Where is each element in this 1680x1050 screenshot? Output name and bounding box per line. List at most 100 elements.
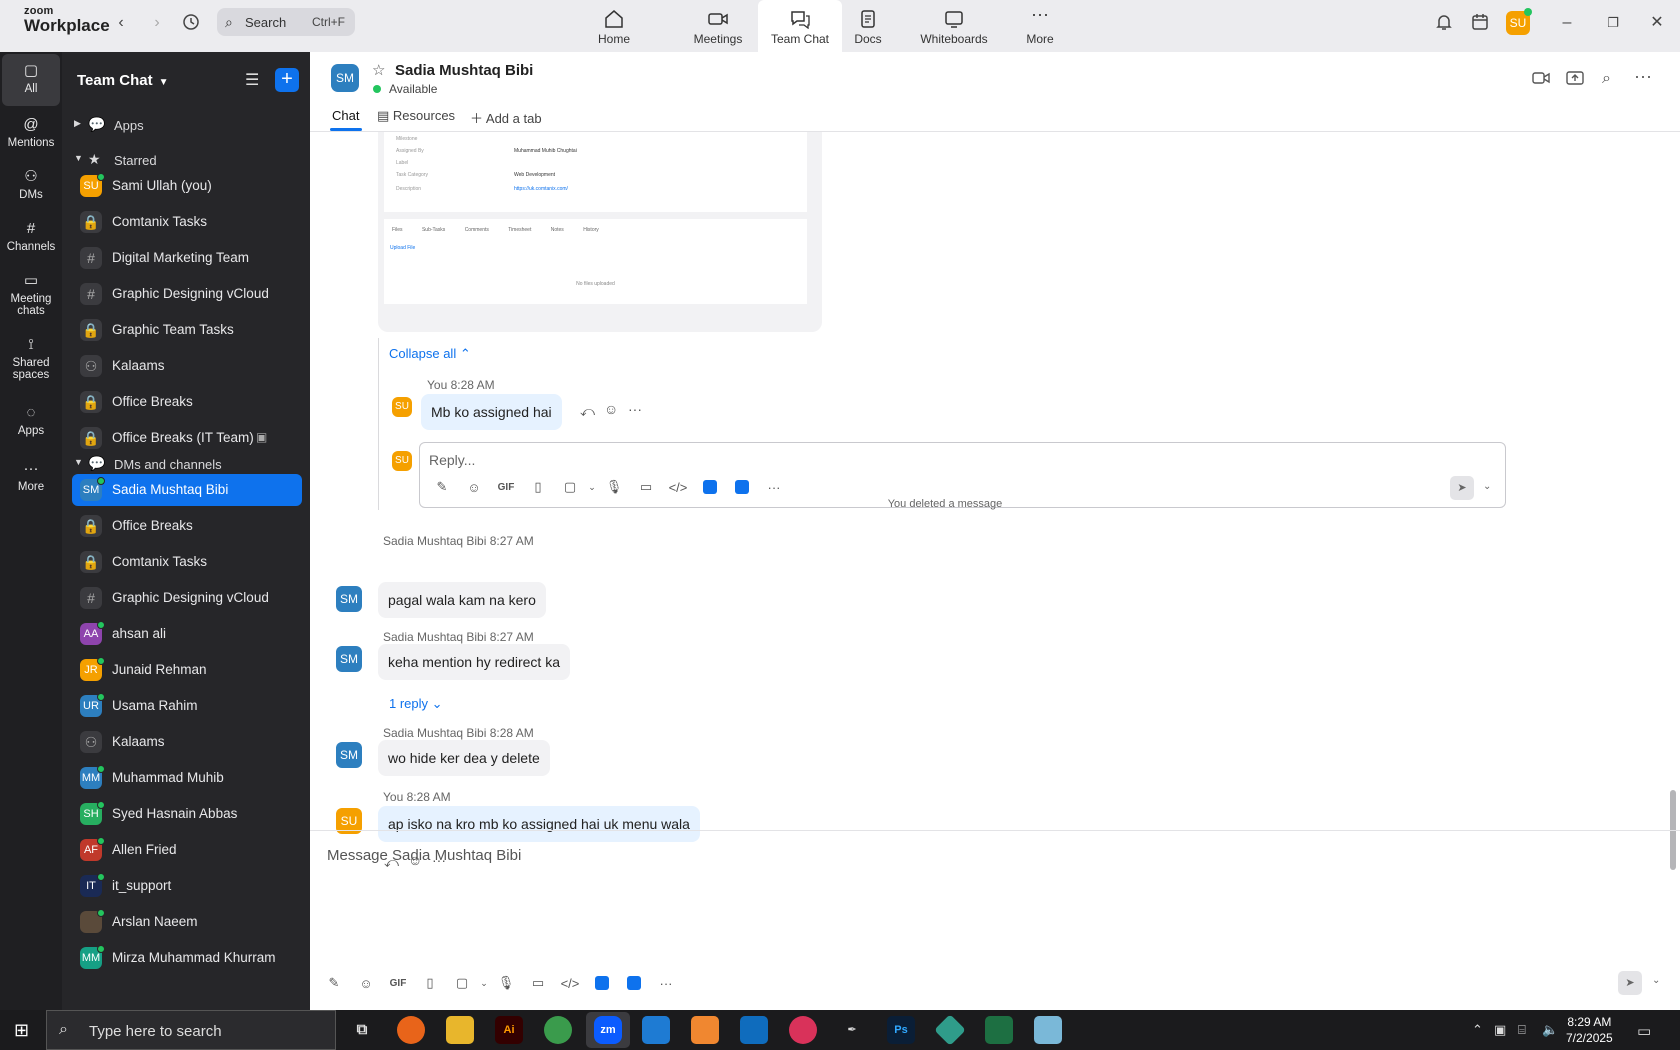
- attachment-preview[interactable]: Milestone Assigned By Muhammad Muhib Chu…: [378, 132, 822, 332]
- code-icon[interactable]: </>: [554, 976, 586, 991]
- excel-icon[interactable]: [985, 1016, 1013, 1044]
- message-composer[interactable]: Message Sadia Mushtaq Bibi ✎ ☺ GIF ▯ ▢ ⌄…: [310, 830, 1680, 1010]
- more-icon[interactable]: ···: [758, 480, 790, 495]
- contact-avatar[interactable]: SM: [331, 64, 359, 92]
- video-call-icon[interactable]: [1532, 70, 1550, 86]
- zoom-taskbar-icon[interactable]: zm: [586, 1012, 630, 1048]
- xampp-icon[interactable]: [691, 1016, 719, 1044]
- sidebar-title[interactable]: Team Chat ▼: [77, 72, 168, 89]
- back-icon[interactable]: ‹: [110, 12, 132, 34]
- outlook-icon[interactable]: [740, 1016, 768, 1044]
- avatar[interactable]: SM: [336, 586, 362, 612]
- collapse-all-link[interactable]: Collapse all ⌃: [389, 346, 471, 362]
- contact-name[interactable]: Sadia Mushtaq Bibi: [395, 62, 533, 79]
- message-bubble[interactable]: wo hide ker dea y delete: [378, 740, 550, 776]
- illustrator-icon[interactable]: Ai: [495, 1016, 523, 1044]
- sidebar-item[interactable]: SU Sami Ullah (you): [72, 170, 302, 202]
- chevron-down-icon[interactable]: ⌄: [1483, 481, 1491, 492]
- sidebar-item[interactable]: AA ahsan ali: [72, 618, 302, 650]
- rail-apps[interactable]: ◌ Apps: [2, 396, 60, 448]
- tab-chat[interactable]: Chat: [332, 108, 359, 123]
- sidebar-item[interactable]: UR Usama Rahim: [72, 690, 302, 722]
- system-clock[interactable]: 8:29 AM 7/2/2025: [1566, 1014, 1613, 1046]
- whiteboard-app-icon[interactable]: [735, 480, 749, 494]
- message-bubble[interactable]: pagal wala kam na kero: [378, 582, 546, 618]
- reply-icon[interactable]: ⤺: [580, 403, 595, 420]
- emoji-icon[interactable]: ☺: [350, 976, 382, 991]
- history-icon[interactable]: [181, 12, 203, 34]
- audio-icon[interactable]: 🎙: [490, 975, 522, 991]
- share-screen-icon[interactable]: [1566, 70, 1584, 86]
- new-chat-button[interactable]: +: [275, 68, 299, 92]
- bell-icon[interactable]: [1434, 12, 1456, 34]
- format-icon[interactable]: ✎: [318, 975, 350, 991]
- sidebar-item[interactable]: # Graphic Designing vCloud: [72, 278, 302, 310]
- pen-tool-icon[interactable]: ✒: [838, 1016, 866, 1044]
- send-button[interactable]: ➤: [1450, 476, 1474, 500]
- tab-add[interactable]: ＋ Add a tab: [470, 108, 542, 127]
- more-icon[interactable]: ···: [650, 976, 682, 991]
- app-icon[interactable]: [703, 480, 717, 494]
- creative-cloud-icon[interactable]: [789, 1016, 817, 1044]
- chevron-down-icon[interactable]: ⌄: [478, 978, 490, 989]
- whiteboard-app-icon[interactable]: [627, 976, 641, 990]
- nav-tab-docs[interactable]: Docs: [820, 0, 916, 52]
- code-icon[interactable]: </>: [662, 480, 694, 495]
- format-icon[interactable]: ✎: [426, 479, 458, 495]
- message-bubble[interactable]: keha mention hy redirect ka: [378, 644, 570, 680]
- nav-tab-meetings[interactable]: Meetings: [670, 0, 766, 52]
- sidebar-item[interactable]: 🔒 Office Breaks: [72, 510, 302, 542]
- rail-more[interactable]: ··· More: [2, 452, 60, 504]
- task-view-icon[interactable]: ⧉: [348, 1016, 376, 1044]
- sidebar-item[interactable]: AF Allen Fried: [72, 834, 302, 866]
- notification-icon[interactable]: ▭: [1637, 1022, 1651, 1040]
- nav-tab-whiteboards[interactable]: Whiteboards: [906, 0, 1002, 52]
- chrome-icon[interactable]: [544, 1016, 572, 1044]
- rail-dms[interactable]: ⚇ DMs: [2, 160, 60, 212]
- rail-shared-spaces[interactable]: ⟟ Shared spaces: [2, 328, 60, 388]
- message-bubble[interactable]: Mb ko assigned hai: [421, 394, 562, 430]
- reply-input[interactable]: Reply...: [429, 452, 475, 468]
- star-icon[interactable]: ☆: [372, 61, 385, 79]
- maximize-icon[interactable]: ❐: [1602, 12, 1624, 34]
- avatar[interactable]: SM: [336, 646, 362, 672]
- vscode-icon[interactable]: [642, 1016, 670, 1044]
- rail-meeting-chats[interactable]: ▭ Meeting chats: [2, 264, 60, 324]
- taskbar-search[interactable]: ⌕ Type here to search: [46, 1010, 336, 1050]
- more-options-icon[interactable]: ···: [1634, 66, 1652, 87]
- reply-count-link[interactable]: 1 reply ⌄: [389, 696, 443, 712]
- sidebar-item[interactable]: ⚇ Kalaams: [72, 726, 302, 758]
- tray-app-icon[interactable]: ▣: [1494, 1022, 1506, 1038]
- message-input[interactable]: Message Sadia Mushtaq Bibi: [327, 847, 521, 864]
- file-explorer-icon[interactable]: [446, 1016, 474, 1044]
- network-icon[interactable]: ⌸: [1518, 1022, 1526, 1038]
- sidebar-item[interactable]: MM Mirza Muhammad Khurram: [72, 942, 302, 974]
- tab-resources[interactable]: ▤ Resources: [377, 108, 455, 124]
- minimize-icon[interactable]: –: [1556, 12, 1578, 34]
- sidebar-item[interactable]: 🔒 Graphic Team Tasks: [72, 314, 302, 346]
- sidebar-item[interactable]: MM Muhammad Muhib: [72, 762, 302, 794]
- emoji-icon[interactable]: ☺: [458, 480, 490, 495]
- sidebar-item[interactable]: JR Junaid Rehman: [72, 654, 302, 686]
- volume-icon[interactable]: 🔈: [1542, 1022, 1558, 1038]
- screenshot-icon[interactable]: ▢: [446, 975, 478, 991]
- rail-channels[interactable]: # Channels: [2, 212, 60, 264]
- avatar[interactable]: SU: [392, 397, 412, 417]
- rail-mentions[interactable]: @ Mentions: [2, 108, 60, 160]
- nav-tab-more[interactable]: ··· More: [992, 0, 1088, 52]
- section-apps[interactable]: ▶ 💬 Apps: [62, 110, 310, 140]
- search-icon[interactable]: ⌕: [1602, 70, 1611, 88]
- firefox-icon[interactable]: [397, 1016, 425, 1044]
- chevron-down-icon[interactable]: ⌄: [1652, 975, 1660, 986]
- video-message-icon[interactable]: ▭: [522, 975, 554, 991]
- rail-all[interactable]: ▢ All: [2, 54, 60, 106]
- sidebar-item[interactable]: 🔒 Office Breaks: [72, 386, 302, 418]
- video-message-icon[interactable]: ▭: [630, 479, 662, 495]
- audio-icon[interactable]: 🎙: [598, 479, 630, 495]
- sidebar-item[interactable]: 🔒 Comtanix Tasks: [72, 546, 302, 578]
- sidebar-item[interactable]: # Graphic Designing vCloud: [72, 582, 302, 614]
- photoshop-icon[interactable]: Ps: [887, 1016, 915, 1044]
- add-reaction-icon[interactable]: ☺: [604, 401, 618, 417]
- send-button[interactable]: ➤: [1618, 971, 1642, 995]
- scrollbar[interactable]: [1668, 132, 1678, 930]
